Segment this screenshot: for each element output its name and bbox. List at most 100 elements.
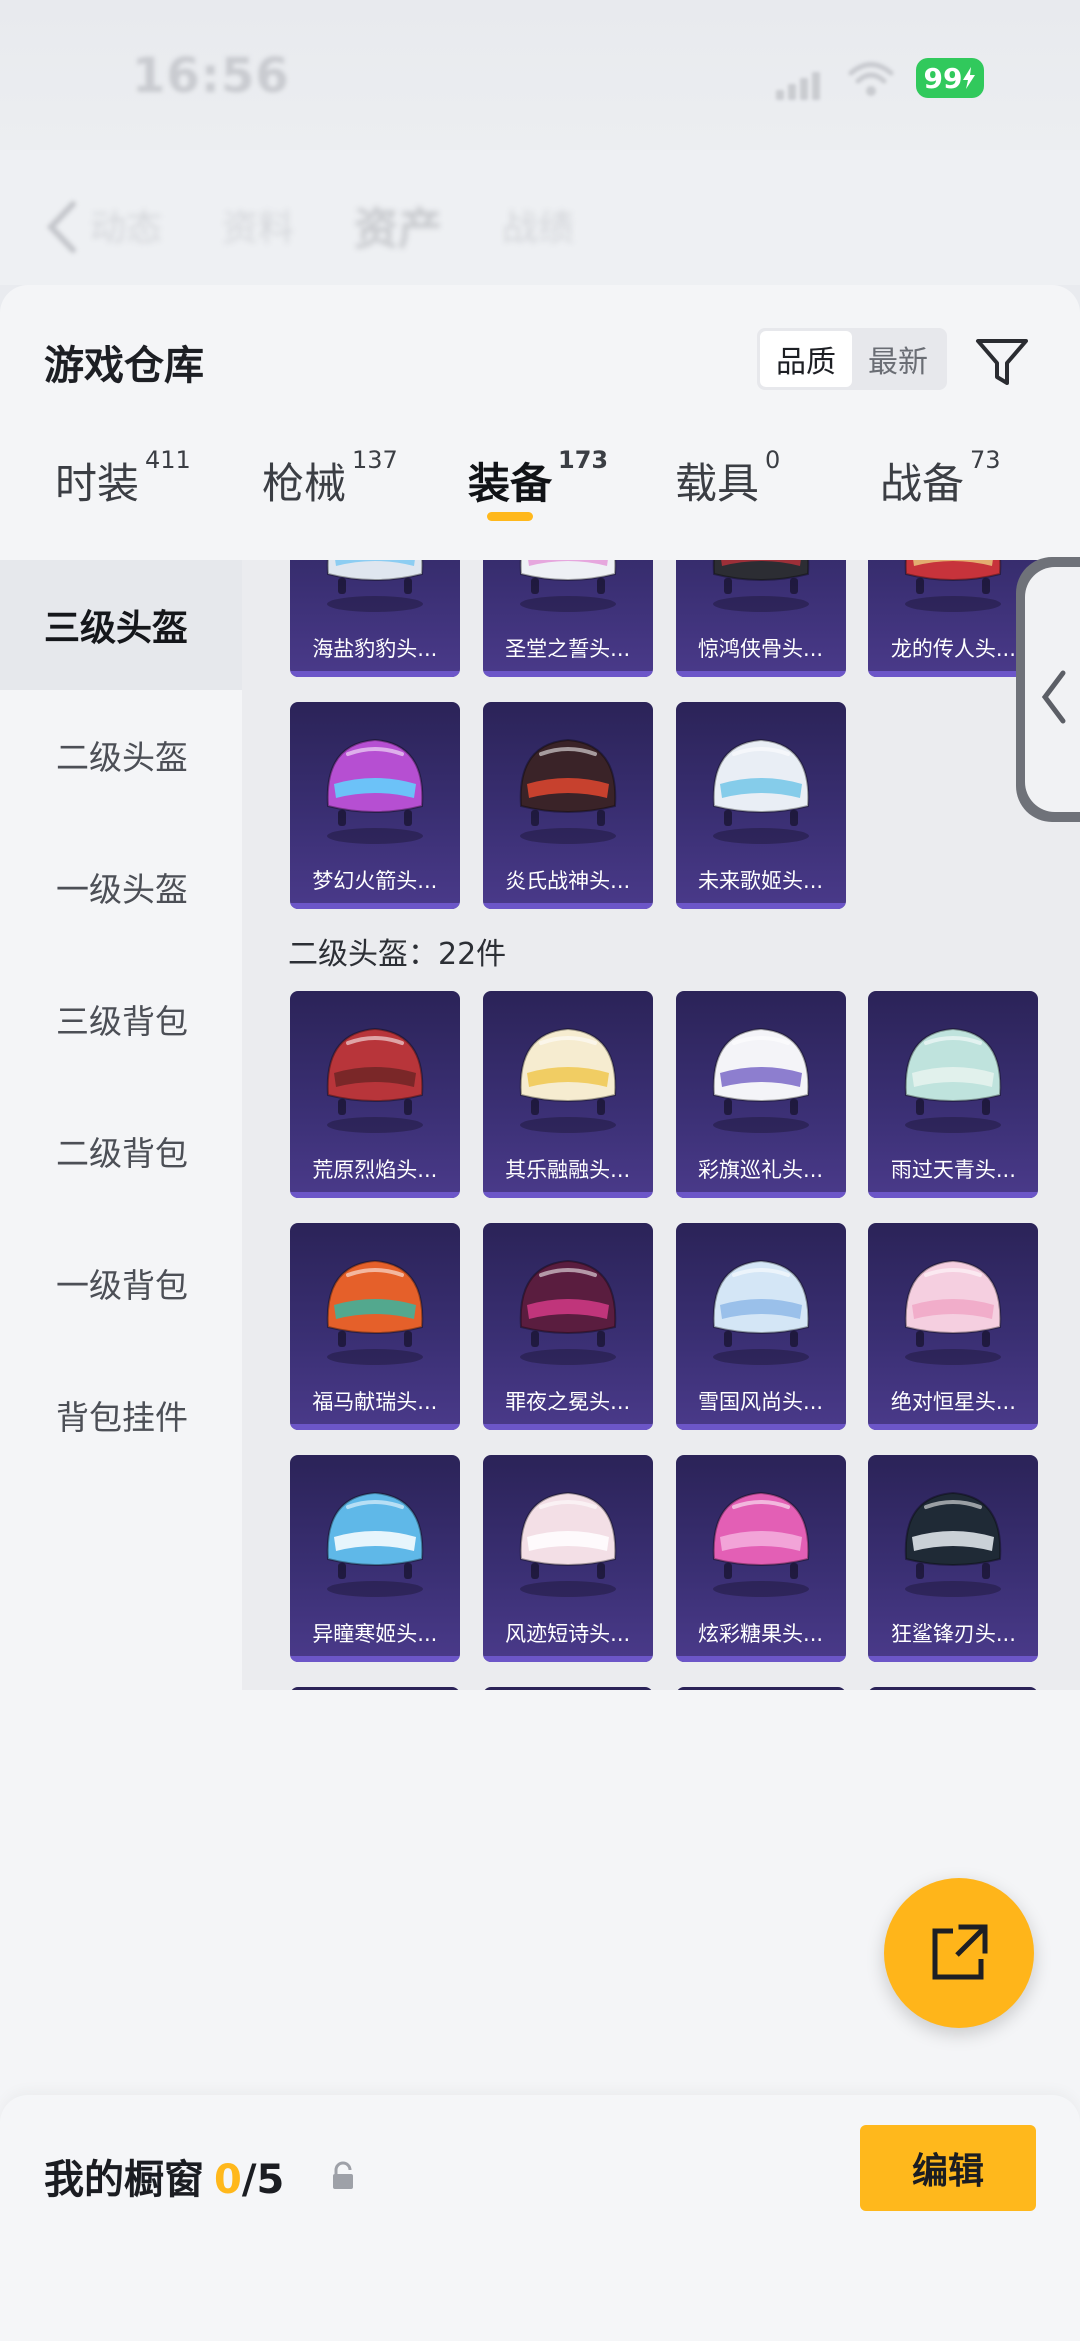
item-card[interactable]: 异瞳寒姬头... <box>289 1455 460 1662</box>
helmet-icon <box>519 1027 616 1133</box>
helmet-icon <box>712 560 809 612</box>
item-card[interactable]: 雪国风尚头... <box>675 1223 846 1430</box>
tab-equipment[interactable]: 装备 173 <box>468 446 608 511</box>
item-card[interactable]: 其乐融融头... <box>482 991 653 1198</box>
tab-label: 载具 <box>675 459 760 508</box>
item-card[interactable] <box>868 1687 1039 1690</box>
helmet-icon <box>905 560 1002 612</box>
item-name: 未来歌姬头... <box>698 869 824 893</box>
sort-quality-option[interactable]: 品质 <box>760 331 852 387</box>
item-card[interactable]: 魔童闹海 敖... <box>482 1687 653 1690</box>
background-tabs: 动态 资料 资产 战绩 <box>90 195 790 255</box>
sidebar-item-level2-backpack[interactable]: 二级背包 <box>0 1086 242 1216</box>
category-tabs: 时装 411 枪械 137 装备 173 载具 0 战备 73 <box>0 430 1010 530</box>
item-card[interactable]: 海盐豹豹头... <box>289 560 460 677</box>
sidebar-item-level2-helmet[interactable]: 二级头盔 <box>0 690 242 820</box>
status-bar: 16:56 99 <box>0 0 1080 150</box>
item-card[interactable]: 绝对恒星头... <box>868 1223 1039 1430</box>
tab-fashion[interactable]: 时装 411 <box>55 446 191 511</box>
helmet-icon <box>519 1259 616 1365</box>
helmet-icon <box>519 1491 616 1597</box>
item-card[interactable]: 未来歌姬头... <box>675 702 846 909</box>
back-arrow-icon[interactable] <box>45 200 79 254</box>
tab-count: 173 <box>558 446 609 474</box>
item-name: 海盐豹豹头... <box>312 637 438 661</box>
helmet-icon <box>905 1491 1002 1597</box>
tab-label: 枪械 <box>262 459 347 508</box>
tab-supplies[interactable]: 战备 73 <box>880 446 1001 511</box>
item-name: 罪夜之冕头... <box>505 1390 631 1414</box>
item-card[interactable]: 龙的传人头... <box>868 560 1039 677</box>
showcase-label: 我的橱窗 <box>44 2157 204 2203</box>
helmet-icon <box>519 738 616 844</box>
sidebar-item-level1-helmet[interactable]: 一级头盔 <box>0 822 242 952</box>
tab-guns[interactable]: 枪械 137 <box>262 446 398 511</box>
item-name: 炎氏战神头... <box>505 869 631 893</box>
bg-tab: 战绩 <box>502 208 575 249</box>
item-card[interactable]: 罪夜之冕头... <box>482 1223 653 1430</box>
filter-icon[interactable] <box>974 335 1030 389</box>
item-card[interactable]: 彩旗巡礼头... <box>675 991 846 1198</box>
showcase-max-count: /5 <box>241 2157 285 2203</box>
tab-count: 0 <box>765 446 781 474</box>
lock-icon <box>333 2161 353 2189</box>
showcase-title: 我的橱窗 0 /5 <box>44 2147 284 2205</box>
active-tab-indicator <box>487 512 533 521</box>
helmet-icon <box>905 1259 1002 1365</box>
item-card[interactable]: 炎氏战神头... <box>482 702 653 909</box>
sidebar-item-level3-backpack[interactable]: 三级背包 <box>0 954 242 1084</box>
helmet-icon <box>326 738 424 844</box>
item-name: 荒原烈焰头... <box>312 1158 438 1182</box>
charging-icon <box>963 67 976 89</box>
sidebar-item-level3-helmet[interactable]: 三级头盔 <box>0 560 242 690</box>
side-drawer-handle[interactable] <box>1016 557 1080 822</box>
item-card[interactable]: 圣堂之誓头... <box>482 560 653 677</box>
item-name: 异瞳寒姬头... <box>312 1622 438 1646</box>
showcase-current-count: 0 <box>214 2157 242 2203</box>
tab-vehicles[interactable]: 载具 0 <box>675 446 780 511</box>
sheet-title: 游戏仓库 <box>44 343 204 389</box>
item-card[interactable]: 萌鸡速递头... <box>289 1687 460 1690</box>
status-time: 16:56 <box>132 48 290 104</box>
helmet-icon <box>326 560 424 612</box>
battery-level: 99 <box>923 61 963 95</box>
item-name: 狂鲨锋刃头... <box>890 1622 1016 1646</box>
item-card[interactable]: 风迹短诗头... <box>482 1455 653 1662</box>
bg-tab: 资料 <box>222 208 295 249</box>
item-name: 惊鸿侠骨头... <box>698 637 824 661</box>
share-button[interactable] <box>884 1878 1034 2028</box>
item-name: 雪国风尚头... <box>698 1390 824 1414</box>
item-card[interactable]: 梦幻火箭头... <box>289 702 460 909</box>
helmet-icon <box>519 560 616 612</box>
item-name: 其乐融融头... <box>505 1158 631 1182</box>
item-card[interactable]: 狂鲨锋刃头... <box>868 1455 1039 1662</box>
item-card[interactable]: 荒原烈焰头... <box>289 991 460 1198</box>
sort-newest-option[interactable]: 最新 <box>852 331 944 387</box>
item-name: 炫彩糖果头... <box>698 1622 824 1646</box>
section-label-level2-helmet: 二级头盔：22件 <box>288 937 507 972</box>
tab-label: 战备 <box>880 459 965 508</box>
item-card[interactable]: 惊鸿侠骨头... <box>675 560 846 677</box>
sidebar-item-backpack-charm[interactable]: 背包挂件 <box>0 1350 242 1480</box>
item-card[interactable]: 炫彩糖果头... <box>675 1455 846 1662</box>
helmet-icon <box>712 1259 809 1365</box>
tab-count: 137 <box>352 446 398 474</box>
item-card[interactable]: 雨过天青头... <box>868 991 1039 1198</box>
sort-toggle: 品质 最新 <box>757 328 947 390</box>
item-card[interactable]: 薄荷星砂头... <box>675 1687 846 1690</box>
item-name: 龙的传人头... <box>890 637 1016 661</box>
wifi-icon <box>848 62 894 96</box>
edit-button[interactable]: 编辑 <box>860 2125 1036 2211</box>
bg-tab: 动态 <box>90 208 163 249</box>
helmet-icon <box>905 1027 1002 1133</box>
subcategory-sidebar: 三级头盔 二级头盔 一级头盔 三级背包 二级背包 一级背包 背包挂件 <box>0 560 242 1690</box>
item-name: 雨过天青头... <box>890 1158 1016 1182</box>
item-name: 风迹短诗头... <box>505 1622 631 1646</box>
helmet-icon <box>712 738 809 844</box>
item-card[interactable]: 福马献瑞头... <box>289 1223 460 1430</box>
warehouse-sheet: 游戏仓库 品质 最新 时装 411 枪械 137 装备 173 载具 0 战备 73 三级… <box>0 285 1080 2341</box>
tab-label: 装备 <box>468 459 553 508</box>
sidebar-item-level1-backpack[interactable]: 一级背包 <box>0 1218 242 1348</box>
tab-label: 时装 <box>55 459 140 508</box>
item-grid: 二级头盔：22件 海盐豹豹头... 圣堂之誓头... 惊鸿侠骨头... 龙的传人头..… <box>242 560 1080 1690</box>
